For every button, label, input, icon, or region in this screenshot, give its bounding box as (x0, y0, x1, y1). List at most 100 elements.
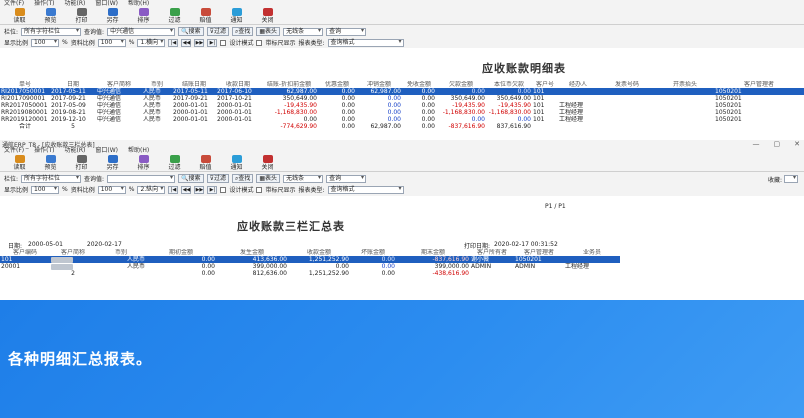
toolbar-notify-button[interactable]: 通知 (223, 8, 250, 24)
table-row[interactable]: RI2017090001 2017-09-21 中兴通信 人民币 2017-09-21 2… (0, 95, 804, 102)
column-header[interactable]: 坏账金额 (350, 249, 396, 256)
query-mode-select[interactable]: 查询 (326, 27, 367, 36)
menu-window[interactable]: 窗口(W) (95, 0, 118, 8)
filter-button-2[interactable]: ⊽过滤 (206, 174, 229, 183)
column-header[interactable]: 客户简称 (50, 249, 96, 256)
toolbar-value-button[interactable]: 赔值 (192, 155, 219, 171)
menu-help-2[interactable]: 帮助(H) (128, 147, 149, 155)
find-button[interactable]: ⌕查找 (231, 27, 254, 36)
line-style-select-2[interactable]: 无线条 (283, 174, 324, 183)
filter-button[interactable]: ⊽过滤 (206, 27, 229, 36)
column-header[interactable]: 客户编码 (0, 249, 50, 256)
toolbar-preview-button[interactable]: 预览 (37, 8, 64, 24)
prev-page-button[interactable]: ◀◀ (181, 38, 192, 47)
table-row[interactable]: 20001 人民币 0.00 399,000.00 0.00 0.00 399,000.00… (0, 263, 620, 270)
column-header[interactable]: 客户管理者 (714, 81, 804, 88)
column-header[interactable]: 结账日期 (172, 81, 216, 88)
toolbar-value-button[interactable]: 赔值 (192, 8, 219, 24)
scale-select-2[interactable]: 100 (31, 185, 60, 194)
column-header[interactable]: 收款金额 (288, 249, 350, 256)
line-style-select[interactable]: 无线条 (283, 27, 324, 36)
toolbar-save-as-button[interactable]: 另存 (99, 8, 126, 24)
column-select[interactable]: 所有字符栏位 (21, 27, 82, 36)
last-page-button[interactable]: ▶| (207, 38, 218, 47)
toolbar-print-button[interactable]: 打印 (68, 155, 95, 171)
data-scale-select-2[interactable]: 100 (97, 185, 126, 194)
column-header[interactable]: 免收金额 (402, 81, 436, 88)
column-header[interactable]: 期初金额 (146, 249, 216, 256)
table-row[interactable]: RI2017050001 2017-05-11 中兴通信 人民币 2017-05-11 2… (0, 88, 804, 95)
next-page-button[interactable]: ▶▶ (194, 38, 205, 47)
report-type-select-2[interactable]: 查询格式 (327, 185, 404, 194)
header-button-2[interactable]: ▦表头 (256, 174, 281, 183)
query-mode-select-2[interactable]: 查询 (326, 174, 367, 183)
search-button-2[interactable]: 🔍搜索 (178, 174, 204, 183)
header-button[interactable]: ▦表头 (256, 27, 281, 36)
column-header[interactable]: 欠款金额 (436, 81, 486, 88)
maximize-button[interactable]: ▢ (774, 140, 781, 148)
ruler-checkbox-2[interactable] (256, 186, 263, 193)
last-page-button-2[interactable]: ▶| (207, 185, 218, 194)
table-row[interactable]: RR2019080001 2019-08-21 中兴通信 人民币 2000-01-01 2… (0, 109, 804, 116)
data-scale-select[interactable]: 100 (97, 38, 126, 47)
menu-window-2[interactable]: 窗口(W) (95, 147, 118, 155)
prev-page-button-2[interactable]: ◀◀ (181, 185, 192, 194)
toolbar-sort-button[interactable]: 排序 (130, 155, 157, 171)
column-header[interactable]: 客户简称 (96, 81, 142, 88)
column-header[interactable]: 发生金额 (216, 249, 288, 256)
column-header[interactable]: 币别 (96, 249, 146, 256)
toolbar-sort-button[interactable]: 排序 (130, 8, 157, 24)
scale-select[interactable]: 100 (31, 38, 60, 47)
toolbar-save-as-button[interactable]: 另存 (99, 155, 126, 171)
column-header[interactable]: 客户所有者 (470, 249, 514, 256)
toolbar-read-button[interactable]: 读取 (6, 8, 33, 24)
search-button[interactable]: 🔍搜索 (178, 27, 204, 36)
column-header[interactable]: 冲销金额 (356, 81, 402, 88)
ruler-checkbox[interactable] (256, 39, 263, 46)
menu-operate[interactable]: 操作(T) (34, 0, 54, 8)
query-select[interactable]: 中兴通信 (107, 27, 176, 36)
column-header[interactable]: 经办人 (558, 81, 598, 88)
toolbar-close-button[interactable]: 关闭 (254, 155, 281, 171)
column-header[interactable]: 结账-折扣前金额 (260, 81, 318, 88)
table-row[interactable]: RR2017050001 2017-05-09 中兴通信 人民币 2000-01-01 2… (0, 102, 804, 109)
column-header[interactable]: 期末金额 (396, 249, 470, 256)
toolbar-notify-button[interactable]: 通知 (223, 155, 250, 171)
column-header[interactable]: 客户号 (532, 81, 558, 88)
orientation-select-2[interactable]: 2.纵向 (137, 185, 166, 194)
column-header[interactable]: 本位币欠款 (486, 81, 532, 88)
toolbar-filter-button[interactable]: 过滤 (161, 8, 188, 24)
menu-file[interactable]: 文件(F) (4, 0, 24, 8)
table-row[interactable]: 101 人民币 0.00 413,636.00 1,251,252.90 0.00 -837… (0, 256, 620, 263)
menu-function[interactable]: 功能(R) (65, 0, 86, 8)
table-row[interactable]: RR2019120001 2019-12-10 中兴通信 人民币 2000-01-01 2… (0, 116, 804, 123)
column-header[interactable]: 收款日期 (216, 81, 260, 88)
column-header[interactable]: 发票号码 (598, 81, 656, 88)
column-select-2[interactable]: 所有字符栏位 (21, 174, 82, 183)
orientation-select[interactable]: 1.横向 (137, 38, 166, 47)
first-page-button[interactable]: |◀ (168, 38, 179, 47)
column-header[interactable]: 优惠金额 (318, 81, 356, 88)
column-header[interactable]: 业务员 (564, 249, 620, 256)
find-button-2[interactable]: ⌕查找 (231, 174, 254, 183)
toolbar-preview-button[interactable]: 预览 (37, 155, 64, 171)
column-header[interactable]: 币别 (142, 81, 172, 88)
toolbar-read-button[interactable]: 读取 (6, 155, 33, 171)
design-mode-checkbox-2[interactable] (220, 186, 227, 193)
toolbar-filter-button[interactable]: 过滤 (161, 155, 188, 171)
toolbar-close-button[interactable]: 关闭 (254, 8, 281, 24)
minimize-button[interactable]: — (753, 140, 760, 148)
column-header[interactable]: 开票抬头 (656, 81, 714, 88)
menu-help[interactable]: 帮助(H) (128, 0, 149, 8)
first-page-button-2[interactable]: |◀ (168, 185, 179, 194)
toolbar-print-button[interactable]: 打印 (68, 8, 95, 24)
next-page-button-2[interactable]: ▶▶ (194, 185, 205, 194)
query-select-2[interactable] (107, 174, 176, 183)
favorites-select[interactable] (784, 175, 798, 183)
column-header[interactable]: 客户管理者 (514, 249, 564, 256)
report-type-select[interactable]: 查询格式 (327, 38, 404, 47)
close-window-button[interactable]: ✕ (794, 140, 800, 148)
column-header[interactable]: 日期 (50, 81, 96, 88)
design-mode-checkbox[interactable] (220, 39, 227, 46)
column-header[interactable]: 单号 (0, 81, 50, 88)
